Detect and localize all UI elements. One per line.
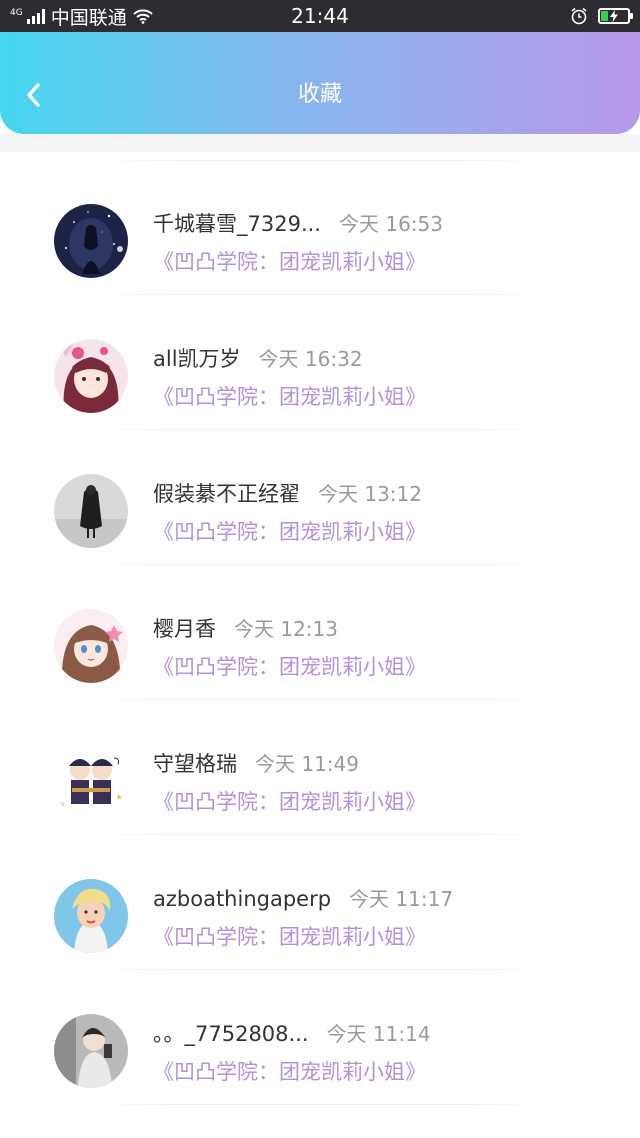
user-name: 守望格瑞 [153,752,237,776]
work-title-link[interactable]: 《凹凸学院：团宠凯莉小姐》 [153,1056,426,1086]
avatar[interactable] [54,1014,128,1088]
work-title-link[interactable]: 《凹凸学院：团宠凯莉小姐》 [153,516,426,546]
favorites-list: 千城暮雪_7329... 今天 16:53 《凹凸学院：团宠凯莉小姐》 all凯… [0,160,640,1105]
avatar[interactable] [54,609,128,683]
avatar[interactable] [54,879,128,953]
item-header: 樱月香 今天 12:13 [153,613,338,643]
avatar[interactable] [54,204,128,278]
user-name: azboathingaperp [153,887,332,911]
favorite-time: 今天 11:49 [255,752,359,776]
list-item[interactable]: azboathingaperp 今天 11:17 《凹凸学院：团宠凯莉小姐》 [0,835,640,970]
list-item[interactable]: all凯万岁 今天 16:32 《凹凸学院：团宠凯莉小姐》 [0,295,640,430]
work-title-link[interactable]: 《凹凸学院：团宠凯莉小姐》 [153,381,426,411]
item-header: 。。_7752808... 今天 11:14 [153,1018,431,1048]
list-item[interactable]: 千城暮雪_7329... 今天 16:53 《凹凸学院：团宠凯莉小姐》 [0,160,640,295]
work-title-link[interactable]: 《凹凸学院：团宠凯莉小姐》 [153,921,426,951]
list-item[interactable]: 。。_7752808... 今天 11:14 《凹凸学院：团宠凯莉小姐》 [0,970,640,1105]
favorite-time: 今天 16:53 [338,212,443,236]
user-name: all凯万岁 [153,347,241,371]
item-header: 假装綦不正经翟 今天 13:12 [153,478,422,508]
work-title-link[interactable]: 《凹凸学院：团宠凯莉小姐》 [153,246,426,276]
list-item[interactable]: 樱月香 今天 12:13 《凹凸学院：团宠凯莉小姐》 [0,565,640,700]
item-header: azboathingaperp 今天 11:17 [153,883,453,912]
status-bar: 4G 中国联通 21:44 [0,0,640,32]
favorite-time: 今天 11:14 [326,1022,431,1046]
favorite-time: 今天 13:12 [318,482,422,506]
network-type: 4G [10,7,23,18]
user-name: 樱月香 [153,617,216,641]
work-title-link[interactable]: 《凹凸学院：团宠凯莉小姐》 [153,651,426,681]
item-header: 千城暮雪_7329... 今天 16:53 [153,208,443,238]
item-header: 守望格瑞 今天 11:49 [153,748,359,778]
status-bar-left: 4G 中国联通 [10,3,260,30]
avatar[interactable] [54,474,128,548]
user-name: 。。_7752808... [153,1022,309,1046]
user-name: 千城暮雪_7329... [153,212,321,236]
favorite-time: 今天 12:13 [234,617,338,641]
header-bar: 收藏 [0,32,640,134]
user-name: 假装綦不正经翟 [153,482,300,506]
carrier-name: 中国联通 [50,6,127,29]
status-bar-right [570,7,633,25]
battery-level-fill [601,11,608,21]
header-divider-band [0,134,640,152]
favorite-time: 今天 16:32 [258,347,363,371]
alarm-clock-icon [571,7,587,25]
signal-icon [26,8,45,24]
page-title: 收藏 [297,82,342,107]
item-header: all凯万岁 今天 16:32 [153,343,363,373]
work-title-link[interactable]: 《凹凸学院：团宠凯莉小姐》 [153,786,426,816]
avatar[interactable] [54,339,128,413]
wifi-icon [133,9,153,24]
list-item[interactable]: 假装綦不正经翟 今天 13:12 《凹凸学院：团宠凯莉小姐》 [0,430,640,565]
charging-bolt-icon [610,10,618,22]
battery-icon [598,8,633,24]
avatar[interactable] [54,744,128,818]
favorite-time: 今天 11:17 [349,887,454,911]
list-item[interactable]: 守望格瑞 今天 11:49 《凹凸学院：团宠凯莉小姐》 [0,700,640,835]
